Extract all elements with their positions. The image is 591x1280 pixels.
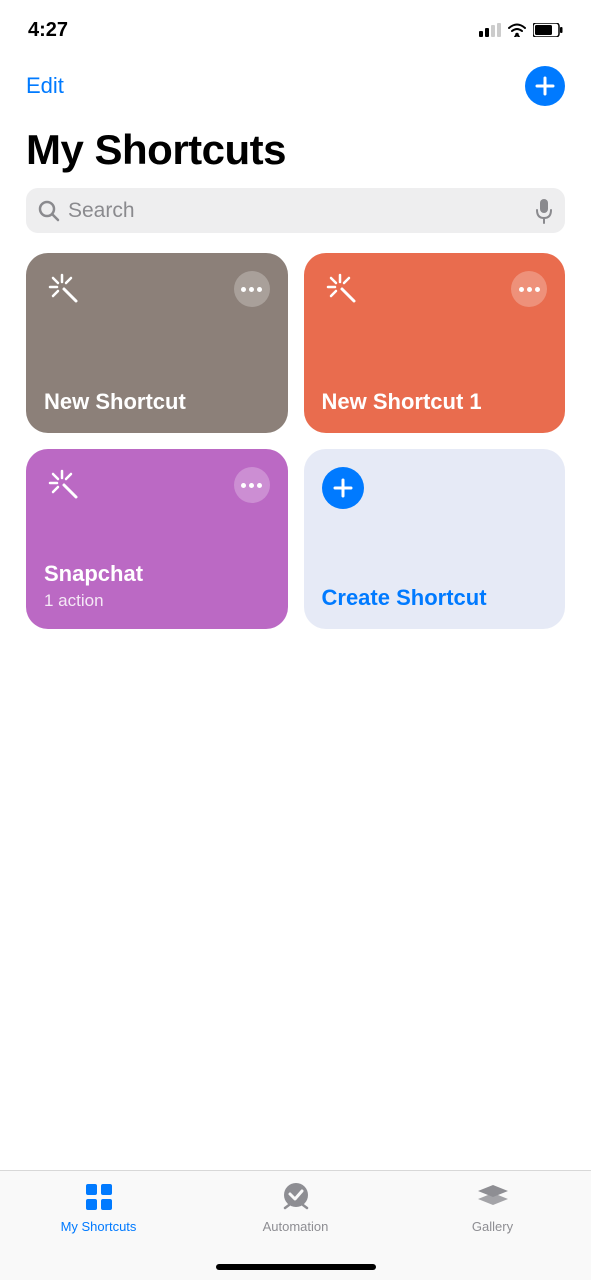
microphone-icon[interactable] [535,198,553,224]
card-title: Snapchat [44,561,270,587]
add-shortcut-button[interactable] [525,66,565,106]
tab-my-shortcuts[interactable]: My Shortcuts [0,1181,197,1280]
search-bar[interactable] [26,188,565,233]
status-bar: 4:27 [0,0,591,54]
card-more-button[interactable] [234,271,270,307]
tab-label: My Shortcuts [61,1219,137,1234]
magic-wand-icon [44,271,80,312]
search-input[interactable] [68,199,535,223]
shortcut-card[interactable]: Snapchat 1 action [26,449,288,629]
tab-gallery[interactable]: Gallery [394,1181,591,1280]
tab-label: Automation [263,1219,329,1234]
search-icon [38,200,60,222]
edit-button[interactable]: Edit [26,73,64,99]
shortcut-card[interactable]: New Shortcut [26,253,288,433]
shortcuts-grid: New Shortcut New Shortcut 1 Snapchat 1 a… [0,253,591,629]
card-title: New Shortcut 1 [322,389,548,415]
magic-wand-icon [44,467,80,508]
cellular-icon [479,23,501,37]
status-time: 4:27 [28,19,68,42]
plus-circle-icon [322,467,364,509]
card-title: New Shortcut [44,389,270,415]
create-title: Create Shortcut [322,585,548,611]
wifi-icon [507,23,527,37]
tab-label: Gallery [472,1219,513,1234]
plus-icon [534,75,556,97]
card-subtitle: 1 action [44,591,270,611]
battery-icon [533,23,563,37]
home-indicator[interactable] [216,1264,376,1270]
card-more-button[interactable] [511,271,547,307]
gallery-icon [475,1181,511,1213]
nav-bar: Edit [0,54,591,118]
card-more-button[interactable] [234,467,270,503]
magic-wand-icon [322,271,358,312]
create-shortcut-card[interactable]: Create Shortcut [304,449,566,629]
grid-icon [81,1181,117,1213]
page-title: My Shortcuts [0,118,591,188]
shortcut-card[interactable]: New Shortcut 1 [304,253,566,433]
automation-icon [278,1181,314,1213]
status-icons [479,23,563,37]
